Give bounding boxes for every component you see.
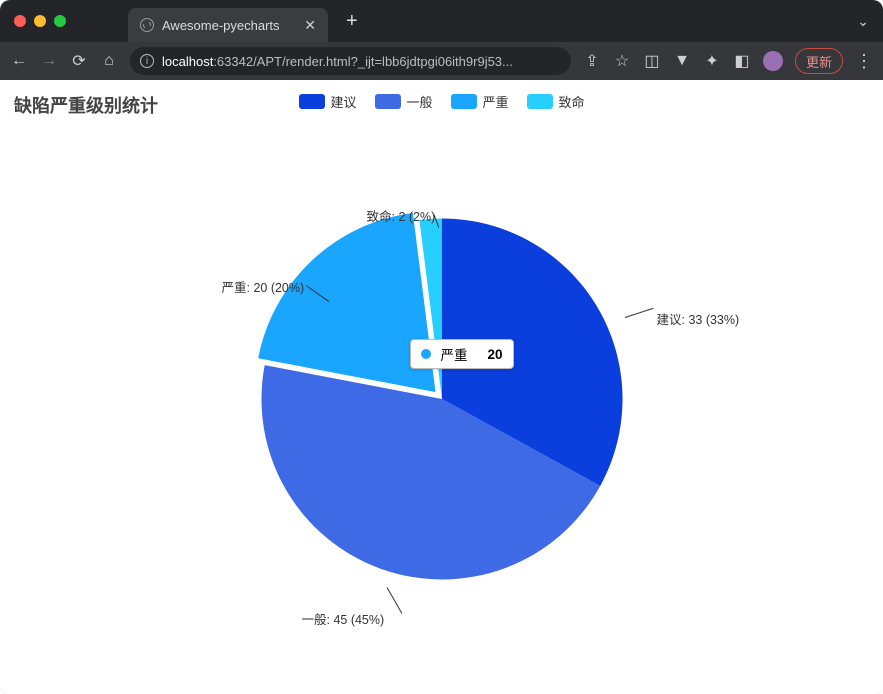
extension-icon-2[interactable]: ▼ — [673, 52, 691, 70]
legend-label: 致命 — [559, 92, 585, 111]
home-button[interactable]: ⌂ — [100, 52, 118, 70]
legend: 建议 一般 严重 致命 — [298, 92, 584, 111]
pie-slice[interactable] — [258, 213, 435, 392]
new-tab-button[interactable]: + — [346, 10, 358, 33]
leader-line — [386, 588, 402, 614]
update-button[interactable]: 更新 — [795, 48, 843, 74]
address-bar[interactable]: i localhost:63342/APT/render.html?_ijt=l… — [130, 47, 571, 75]
profile-avatar[interactable] — [763, 51, 783, 71]
close-window-icon[interactable] — [14, 15, 26, 27]
kebab-menu-icon[interactable]: ⋮ — [855, 51, 873, 72]
minimize-window-icon[interactable] — [34, 15, 46, 27]
legend-label: 建议 — [330, 92, 356, 111]
pie-svg — [252, 209, 632, 589]
legend-swatch — [527, 94, 553, 109]
globe-icon — [140, 18, 154, 32]
toolbar-actions: ⇪ ☆ ◫ ▼ ✦ ◧ 更新 ⋮ — [583, 48, 873, 74]
back-button[interactable]: ← — [10, 52, 28, 70]
extension-icon-1[interactable]: ◫ — [643, 51, 661, 71]
toolbar: ← → ⟳ ⌂ i localhost:63342/APT/render.htm… — [0, 42, 883, 80]
tooltip-name: 严重 — [441, 344, 468, 364]
url-text: localhost:63342/APT/render.html?_ijt=lbb… — [162, 54, 513, 69]
legend-item-yiban[interactable]: 一般 — [374, 92, 432, 111]
tab-title: Awesome-pyecharts — [162, 18, 280, 33]
close-tab-icon[interactable]: ✕ — [304, 17, 316, 34]
slice-label-yiban: 一般: 45 (45%) — [302, 609, 385, 628]
legend-item-jianyi[interactable]: 建议 — [298, 92, 356, 111]
slice-label-yanzhong: 严重: 20 (20%) — [222, 277, 305, 296]
legend-swatch — [451, 94, 477, 109]
forward-button[interactable]: → — [40, 52, 58, 70]
slice-label-zhiming: 致命: 2 (2%) — [367, 206, 436, 225]
browser-tab[interactable]: Awesome-pyecharts ✕ — [128, 8, 328, 42]
legend-label: 一般 — [406, 92, 432, 111]
tooltip: 严重 20 — [410, 339, 514, 369]
legend-swatch — [374, 94, 400, 109]
chevron-down-icon[interactable]: ⌄ — [857, 13, 869, 30]
legend-swatch — [298, 94, 324, 109]
tooltip-value: 20 — [488, 347, 503, 362]
maximize-window-icon[interactable] — [54, 15, 66, 27]
star-icon[interactable]: ☆ — [613, 51, 631, 71]
share-icon[interactable]: ⇪ — [583, 51, 601, 71]
slice-label-jianyi: 建议: 33 (33%) — [657, 309, 740, 328]
titlebar: Awesome-pyecharts ✕ + ⌄ — [0, 0, 883, 42]
page-content: 缺陷严重级别统计 建议 一般 严重 致命 — [0, 80, 883, 694]
reload-button[interactable]: ⟳ — [70, 51, 88, 71]
chart-title: 缺陷严重级别统计 — [14, 92, 158, 118]
browser-window: Awesome-pyecharts ✕ + ⌄ ← → ⟳ ⌂ i localh… — [0, 0, 883, 694]
info-icon: i — [140, 54, 154, 68]
extensions-icon[interactable]: ✦ — [703, 51, 721, 71]
tooltip-marker — [421, 349, 431, 359]
legend-item-zhiming[interactable]: 致命 — [527, 92, 585, 111]
legend-item-yanzhong[interactable]: 严重 — [451, 92, 509, 111]
window-controls — [14, 15, 66, 27]
legend-label: 严重 — [483, 92, 509, 111]
pie-chart[interactable]: 建议: 33 (33%) 一般: 45 (45%) 严重: 20 (20%) 致… — [252, 209, 632, 589]
sidepanel-icon[interactable]: ◧ — [733, 51, 751, 71]
